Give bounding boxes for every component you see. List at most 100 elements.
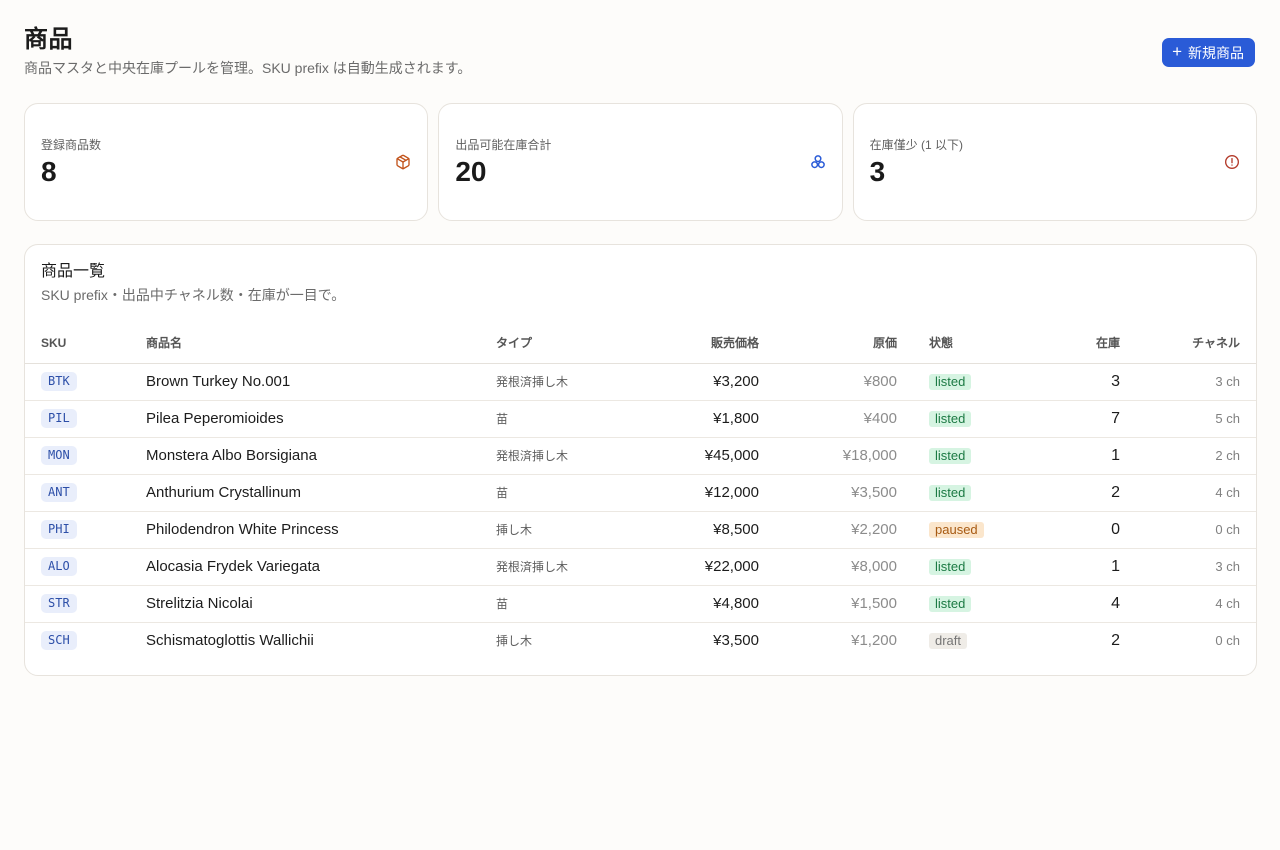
cost-price: ¥1,200 (851, 632, 897, 650)
sku-cell: MON (25, 437, 146, 475)
status-cell: paused (897, 511, 1007, 549)
stock-cell: 7 (1007, 400, 1120, 438)
stock-cell: 1 (1007, 437, 1120, 475)
sku-cell: PIL (25, 400, 146, 438)
table-row[interactable]: SCH Schismatoglottis Wallichii 挿し木 ¥3,500 ¥1… (25, 622, 1256, 659)
column-header-name: 商品名 (146, 323, 496, 364)
sku-cell: ALO (25, 548, 146, 586)
product-type: 挿し木 (496, 634, 533, 649)
type-cell: 発根済挿し木 (496, 363, 616, 401)
status-cell: listed (897, 474, 1007, 512)
type-cell: 発根済挿し木 (496, 548, 616, 586)
table-row[interactable]: PIL Pilea Peperomioides 苗 ¥1,800 ¥400 listed 7… (25, 400, 1256, 438)
sale-price: ¥45,000 (704, 447, 759, 464)
status-badge: listed (929, 374, 972, 390)
stock-count: 1 (1111, 557, 1120, 575)
cost-cell: ¥400 (759, 400, 897, 438)
channel-count: 5 ch (1215, 411, 1240, 426)
card-header: 商品一覧 SKU prefix・出品中チャネル数・在庫が一目で。 (25, 245, 1256, 323)
stock-count: 1 (1111, 446, 1120, 464)
cost-cell: ¥1,200 (759, 622, 897, 659)
cost-price: ¥400 (863, 410, 897, 427)
product-type: 発根済挿し木 (496, 449, 569, 463)
status-cell: listed (897, 437, 1007, 475)
sku-cell: STR (25, 585, 146, 623)
status-badge: listed (929, 448, 972, 464)
channel-count: 3 ch (1215, 559, 1240, 574)
product-name[interactable]: Schismatoglottis Wallichii (146, 632, 314, 649)
table-row[interactable]: BTK Brown Turkey No.001 発根済挿し木 ¥3,200 ¥800 li… (25, 363, 1256, 401)
name-cell: Pilea Peperomioides (146, 400, 496, 438)
stock-count: 4 (1111, 594, 1120, 612)
stat-value: 8 (41, 156, 57, 187)
stat-value: 20 (455, 156, 487, 187)
cost-cell: ¥8,000 (759, 548, 897, 586)
channels-cell: 3 ch (1120, 363, 1256, 401)
sale-price: ¥22,000 (704, 558, 759, 575)
product-name[interactable]: Brown Turkey No.001 (146, 373, 290, 390)
stock-count: 2 (1111, 483, 1120, 501)
price-cell: ¥1,800 (616, 400, 759, 438)
status-badge: listed (929, 485, 972, 501)
sku-prefix-chip: ANT (41, 483, 77, 502)
channels-cell: 2 ch (1120, 437, 1256, 475)
table-row[interactable]: STR Strelitzia Nicolai 苗 ¥4,800 ¥1,500 listed… (25, 585, 1256, 623)
cost-price: ¥8,000 (851, 558, 897, 575)
stat-value: 3 (869, 156, 886, 187)
sku-prefix-chip: PHI (41, 520, 77, 539)
name-cell: Strelitzia Nicolai (146, 585, 496, 623)
channel-count: 3 ch (1215, 374, 1240, 389)
table-row[interactable]: MON Monstera Albo Borsigiana 発根済挿し木 ¥45,000… (25, 437, 1256, 475)
column-header-channels: チャネル (1120, 323, 1256, 364)
stock-cell: 1 (1007, 548, 1120, 586)
cost-cell: ¥800 (759, 363, 897, 401)
table-row[interactable]: PHI Philodendron White Princess 挿し木 ¥8,500 ¥… (25, 511, 1256, 549)
channels-cell: 4 ch (1120, 585, 1256, 623)
page-title: 商品 (24, 26, 73, 53)
product-name[interactable]: Pilea Peperomioides (146, 410, 284, 427)
product-name[interactable]: Monstera Albo Borsigiana (146, 447, 317, 464)
cost-price: ¥1,500 (851, 595, 897, 612)
stock-count: 3 (1111, 372, 1120, 390)
product-name[interactable]: Anthurium Crystallinum (146, 484, 301, 501)
stats-row: 登録商品数 8 出品可能在庫合計 20 在庫僅少 (1 以下) 3 (24, 103, 1257, 221)
column-header-price: 販売価格 (616, 323, 759, 364)
stat-label: 登録商品数 (41, 138, 102, 152)
card-subtitle: SKU prefix・出品中チャネル数・在庫が一目で。 (41, 287, 346, 303)
name-cell: Monstera Albo Borsigiana (146, 437, 496, 475)
cost-price: ¥3,500 (851, 484, 897, 501)
product-name[interactable]: Alocasia Frydek Variegata (146, 558, 320, 575)
status-badge: listed (929, 559, 972, 575)
product-name[interactable]: Philodendron White Princess (146, 521, 339, 538)
table-header-row: SKU 商品名 タイプ 販売価格 原価 状態 在庫 チャネル (25, 323, 1256, 364)
new-product-button[interactable]: + 新規商品 (1162, 38, 1255, 67)
stat-card-registered-products: 登録商品数 8 (24, 103, 429, 221)
page-header: 商品 商品マスタと中央在庫プールを管理。SKU prefix は自動生成されます… (24, 24, 1257, 104)
product-name[interactable]: Strelitzia Nicolai (146, 595, 253, 612)
table-row[interactable]: ALO Alocasia Frydek Variegata 発根済挿し木 ¥22,00… (25, 548, 1256, 586)
channel-count: 0 ch (1215, 522, 1240, 537)
type-cell: 苗 (496, 400, 616, 438)
price-cell: ¥12,000 (616, 474, 759, 512)
stat-label: 在庫僅少 (1 以下) (869, 138, 963, 152)
sku-prefix-chip: SCH (41, 631, 77, 651)
channels-cell: 0 ch (1120, 622, 1256, 659)
sale-price: ¥4,800 (713, 595, 759, 612)
cost-price: ¥800 (863, 373, 897, 390)
product-type: 苗 (496, 597, 509, 611)
product-type: 苗 (496, 486, 509, 500)
status-badge: listed (929, 596, 972, 612)
stock-cell: 2 (1007, 622, 1120, 659)
price-cell: ¥8,500 (616, 511, 759, 549)
layers-icon (810, 155, 825, 169)
package-icon (396, 154, 410, 170)
type-cell: 発根済挿し木 (496, 437, 616, 475)
cost-cell: ¥1,500 (759, 585, 897, 623)
product-list-card: 商品一覧 SKU prefix・出品中チャネル数・在庫が一目で。 SKU 商品名… (24, 244, 1257, 676)
table-row[interactable]: ANT Anthurium Crystallinum 苗 ¥12,000 ¥3,500 l… (25, 474, 1256, 512)
sku-prefix-chip: STR (41, 594, 77, 613)
status-badge: listed (929, 411, 972, 427)
sku-prefix-chip: MON (41, 446, 77, 465)
stat-label: 出品可能在庫合計 (455, 138, 552, 152)
status-cell: listed (897, 400, 1007, 438)
